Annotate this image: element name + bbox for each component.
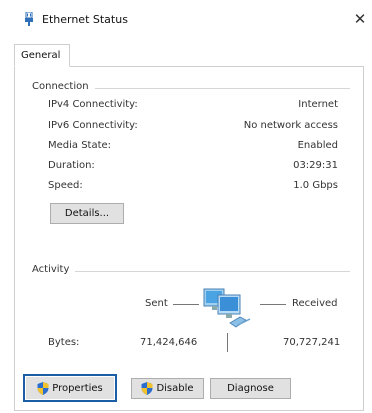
bytes-sent-value: 71,424,646 xyxy=(140,337,198,348)
details-button[interactable]: Details... xyxy=(50,203,124,224)
speed-label: Speed: xyxy=(48,180,83,191)
close-button[interactable]: ✕ xyxy=(350,9,370,29)
duration-value: 03:29:31 xyxy=(293,160,338,171)
window-title: Ethernet Status xyxy=(42,13,128,26)
ethernet-icon xyxy=(25,12,33,26)
bytes-divider xyxy=(227,333,228,352)
shield-icon xyxy=(37,381,49,395)
connection-group-title: Connection xyxy=(32,81,95,92)
shield-icon xyxy=(141,382,153,395)
network-computers-icon xyxy=(203,288,251,328)
bytes-received-value: 70,727,241 xyxy=(283,337,341,348)
properties-button-label: Properties xyxy=(52,382,103,394)
activity-group-title: Activity xyxy=(32,264,76,275)
disable-button-label: Disable xyxy=(156,383,194,394)
ipv4-connectivity-value: Internet xyxy=(298,99,338,110)
title-bar: Ethernet Status ✕ xyxy=(0,0,372,38)
ipv4-connectivity-label: IPv4 Connectivity: xyxy=(48,99,138,110)
tab-general[interactable]: General xyxy=(14,44,70,67)
sent-label: Sent xyxy=(145,298,168,309)
duration-label: Duration: xyxy=(48,160,95,171)
speed-value: 1.0 Gbps xyxy=(293,180,338,191)
sent-line xyxy=(173,304,199,305)
properties-button[interactable]: Properties xyxy=(23,374,117,402)
bytes-label: Bytes: xyxy=(48,337,80,348)
diagnose-button[interactable]: Diagnose xyxy=(210,378,291,399)
received-label: Received xyxy=(292,298,338,309)
tab-panel xyxy=(14,66,364,411)
ipv6-connectivity-value: No network access xyxy=(243,120,338,131)
ipv6-connectivity-label: IPv6 Connectivity: xyxy=(48,120,138,131)
received-line xyxy=(260,304,286,305)
media-state-value: Enabled xyxy=(297,140,338,151)
activity-group-rule xyxy=(36,271,350,272)
disable-button[interactable]: Disable xyxy=(131,378,204,399)
media-state-label: Media State: xyxy=(48,140,112,151)
